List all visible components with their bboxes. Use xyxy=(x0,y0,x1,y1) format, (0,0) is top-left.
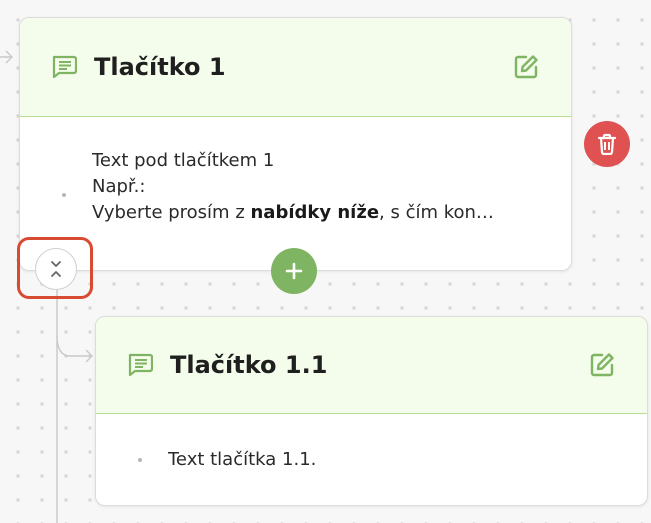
node-card-2-text-line-1: Text tlačítka 1.1. xyxy=(168,449,317,470)
node-card-2-header: Tlačítko 1.1 xyxy=(96,317,647,414)
chat-icon xyxy=(126,351,154,379)
node-card-2-body: Text tlačítka 1.1. xyxy=(96,414,647,473)
chat-icon xyxy=(50,53,78,81)
collapse-chevrons-icon xyxy=(49,260,63,278)
node-card-1-title: Tlačítko 1 xyxy=(94,53,226,81)
trash-icon xyxy=(597,133,617,155)
node-card-1-text-line-3: Vyberte prosím z nabídky níže, s čím kon… xyxy=(92,202,494,223)
node-card-1-text-line-2: Např.: xyxy=(92,176,146,197)
bullet xyxy=(62,193,66,197)
delete-button[interactable] xyxy=(584,121,630,167)
bullet xyxy=(138,458,142,462)
edit-icon[interactable] xyxy=(511,52,541,82)
bold-text: nabídky níže xyxy=(250,202,380,223)
edit-icon[interactable] xyxy=(587,350,617,380)
add-child-button[interactable] xyxy=(271,248,317,294)
node-card-1-header: Tlačítko 1 xyxy=(20,18,571,117)
collapse-toggle-button[interactable] xyxy=(35,248,77,290)
node-card-2-title: Tlačítko 1.1 xyxy=(170,351,328,379)
node-card-1-text-line-1: Text pod tlačítkem 1 xyxy=(92,150,275,171)
node-card-2[interactable]: Tlačítko 1.1 Text tlačítka 1.1. xyxy=(95,316,648,506)
plus-icon xyxy=(285,262,303,280)
node-card-1-body: Text pod tlačítkem 1 Např.: Vyberte pros… xyxy=(20,117,571,226)
node-card-1[interactable]: Tlačítko 1 Text pod tlačítkem 1 Např.: V… xyxy=(19,17,572,271)
